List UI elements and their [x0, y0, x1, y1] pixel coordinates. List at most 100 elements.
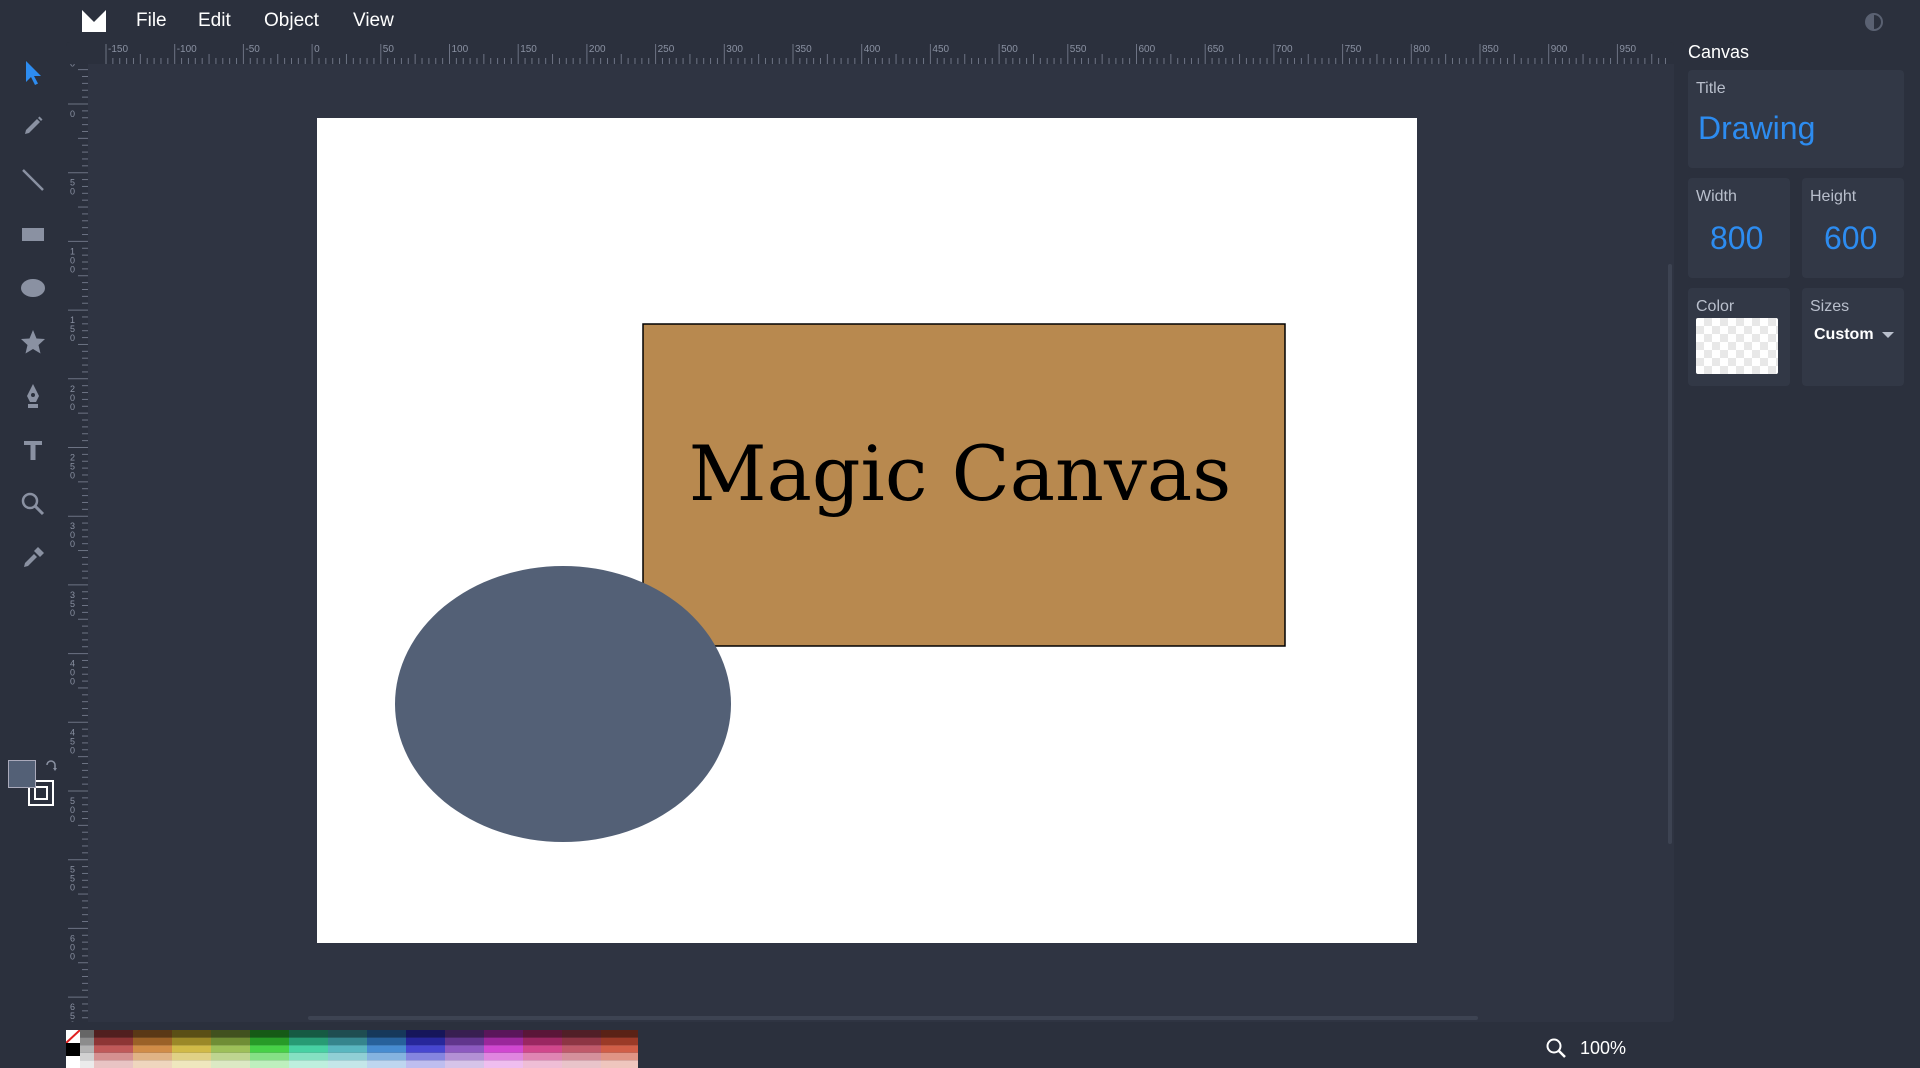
palette-swatch — [211, 1045, 250, 1053]
palette-swatch — [211, 1060, 250, 1068]
palette-swatch — [172, 1045, 211, 1053]
palette-swatch — [367, 1052, 406, 1061]
menu-edit[interactable]: Edit — [198, 10, 231, 32]
text-tool[interactable] — [13, 430, 53, 470]
palette-swatch — [94, 1030, 133, 1038]
drawing-canvas[interactable]: Magic Canvas — [317, 118, 1417, 943]
zoom-tool[interactable] — [13, 484, 53, 524]
swap-colors-icon[interactable] — [44, 760, 58, 774]
select-icon — [26, 61, 41, 85]
rectangle-icon — [22, 228, 44, 241]
palette-swatch — [601, 1037, 638, 1046]
sizes-dropdown[interactable]: Custom — [1814, 326, 1894, 344]
palette-swatch — [172, 1030, 211, 1038]
palette-swatch — [367, 1045, 406, 1053]
ruler-label: 0 — [70, 64, 75, 68]
ruler-label: 0 — [70, 539, 75, 549]
menu-bar: File Edit Object View — [0, 0, 1920, 42]
palette-swatch — [80, 1030, 94, 1038]
zoom-icon — [21, 492, 45, 516]
palette-swatch — [562, 1030, 601, 1038]
rectangle-tool[interactable] — [13, 214, 53, 254]
zoom-control[interactable]: 100% — [1544, 1036, 1626, 1060]
palette-swatch — [406, 1037, 445, 1046]
width-value[interactable]: 800 — [1710, 220, 1763, 257]
ruler-label: 0 — [70, 745, 75, 755]
palette-swatch — [289, 1052, 328, 1061]
eyedropper-tool[interactable] — [13, 538, 53, 578]
palette-swatch — [484, 1060, 523, 1068]
ellipse-shape[interactable] — [395, 566, 731, 842]
ruler-label: 0 — [70, 333, 75, 343]
color-palette[interactable] — [66, 1030, 638, 1068]
palette-swatch — [133, 1037, 172, 1046]
theme-toggle-icon[interactable] — [1864, 12, 1884, 32]
width-card[interactable]: Width 800 — [1688, 178, 1790, 278]
ruler-label: 950 — [1619, 44, 1636, 55]
palette-swatch — [250, 1052, 289, 1061]
color-card: Color — [1688, 288, 1790, 386]
ruler-label: 0 — [70, 264, 75, 274]
palette-swatch — [523, 1045, 562, 1053]
palette-swatch — [80, 1060, 94, 1068]
palette-swatch — [523, 1030, 562, 1038]
palette-swatch — [562, 1045, 601, 1053]
ellipse-icon — [21, 279, 45, 297]
palette-swatch — [94, 1037, 133, 1046]
star-icon — [21, 330, 45, 354]
palette-swatch — [406, 1060, 445, 1068]
height-label: Height — [1810, 188, 1857, 205]
select-tool[interactable] — [13, 52, 53, 92]
height-card[interactable]: Height 600 — [1802, 178, 1904, 278]
pen-tool[interactable] — [13, 376, 53, 416]
palette-swatch — [445, 1045, 484, 1053]
palette-swatch — [445, 1037, 484, 1046]
palette-swatch — [172, 1060, 211, 1068]
horizontal-scrollbar[interactable] — [308, 1016, 1478, 1020]
text-icon — [24, 441, 42, 460]
tool-bar — [0, 42, 66, 1068]
ruler-label: 0 — [70, 402, 75, 412]
palette-swatch — [172, 1037, 211, 1046]
ruler-label: 850 — [1482, 44, 1499, 55]
ruler-label: 650 — [1207, 44, 1224, 55]
ruler-label: 0 — [70, 109, 75, 119]
ruler-label: 600 — [1139, 44, 1156, 55]
ruler-label: -50 — [245, 44, 260, 55]
canvas-color-picker[interactable] — [1696, 318, 1778, 374]
palette-swatch — [601, 1060, 638, 1068]
palette-swatch — [523, 1037, 562, 1046]
title-value[interactable]: Drawing — [1698, 110, 1815, 147]
title-card[interactable]: Title Drawing — [1688, 70, 1904, 168]
menu-view[interactable]: View — [353, 10, 394, 32]
pencil-tool[interactable] — [13, 106, 53, 146]
palette-swatch — [406, 1052, 445, 1061]
menu-file[interactable]: File — [136, 10, 167, 32]
palette-swatch — [211, 1037, 250, 1046]
menu-object[interactable]: Object — [264, 10, 319, 32]
star-tool[interactable] — [13, 322, 53, 362]
ruler-label: -150 — [108, 44, 128, 55]
palette-swatch — [562, 1037, 601, 1046]
palette-swatch — [484, 1037, 523, 1046]
palette-swatch — [523, 1052, 562, 1061]
palette-swatch — [133, 1060, 172, 1068]
vertical-scrollbar[interactable] — [1668, 264, 1672, 844]
palette-swatch — [484, 1045, 523, 1053]
ruler-label: 0 — [70, 883, 75, 893]
ellipse-tool[interactable] — [13, 268, 53, 308]
ruler-label: 50 — [383, 44, 395, 55]
height-value[interactable]: 600 — [1824, 220, 1877, 257]
palette-swatch — [133, 1052, 172, 1061]
ruler-corner — [66, 42, 88, 64]
fill-color-swatch[interactable] — [8, 760, 36, 788]
magic-canvas-text[interactable]: Magic Canvas — [689, 429, 1231, 518]
left-ruler: -500501001502002503003504004505005506006… — [66, 64, 88, 1022]
ruler-label: 350 — [795, 44, 812, 55]
line-tool[interactable] — [13, 160, 53, 200]
palette-swatch — [406, 1045, 445, 1053]
palette-swatch — [94, 1060, 133, 1068]
ruler-label: 0 — [70, 1020, 75, 1022]
palette-swatch — [80, 1052, 94, 1061]
palette-swatch — [367, 1060, 406, 1068]
